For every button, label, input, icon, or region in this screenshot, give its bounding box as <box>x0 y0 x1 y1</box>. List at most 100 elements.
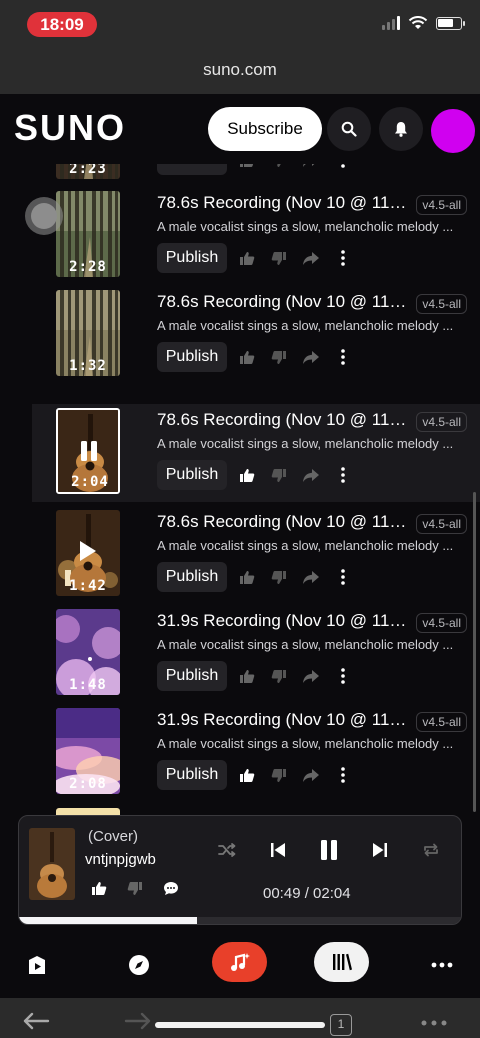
song-row[interactable]: 1:32 78.6s Recording (Nov 10 @ 11:... v4… <box>0 286 480 384</box>
notifications-button[interactable] <box>379 107 423 151</box>
assistive-touch-button[interactable] <box>25 197 63 235</box>
player-cover-art[interactable] <box>29 828 75 900</box>
nav-explore[interactable] <box>117 943 161 987</box>
nav-create[interactable] <box>212 942 267 982</box>
avatar[interactable] <box>431 109 475 153</box>
previous-icon <box>270 843 285 857</box>
publish-button[interactable]: Publish <box>157 562 227 592</box>
thumbs-down-icon[interactable] <box>263 342 295 372</box>
thumbs-down-icon[interactable] <box>127 881 143 896</box>
shuffle-button[interactable] <box>201 836 252 864</box>
song-duration: 2:04 <box>71 474 109 490</box>
thumbs-up-icon[interactable] <box>231 342 263 372</box>
song-title[interactable]: 78.6s Recording (Nov 10 @ 11:... <box>157 193 407 213</box>
publish-button[interactable]: Publish <box>157 460 227 490</box>
pause-icon[interactable] <box>78 440 100 467</box>
subscribe-button[interactable]: Subscribe <box>208 107 322 151</box>
song-title[interactable]: 31.9s Recording (Nov 10 @ 11:... <box>157 611 407 631</box>
nav-more[interactable] <box>420 943 464 987</box>
more-options-icon[interactable] <box>327 562 359 592</box>
publish-button[interactable]: Publish <box>157 661 227 691</box>
thumbs-up-icon[interactable] <box>91 881 107 896</box>
home-indicator[interactable] <box>155 1022 325 1028</box>
song-row[interactable]: 2:04 78.6s Recording (Nov 10 @ 11:... v4… <box>32 404 480 502</box>
pause-button[interactable] <box>303 836 354 864</box>
search-button[interactable] <box>327 107 371 151</box>
song-cover-art[interactable]: 1:48 <box>56 609 120 695</box>
song-title[interactable]: 78.6s Recording (Nov 10 @ 11:... <box>157 292 407 312</box>
thumbs-down-icon[interactable] <box>263 243 295 273</box>
thumbs-down-icon[interactable] <box>263 460 295 490</box>
more-options-icon[interactable] <box>327 342 359 372</box>
player-song-title[interactable]: vntjnpjgwb <box>85 851 156 868</box>
song-cover-art[interactable]: 1:32 <box>56 290 120 376</box>
share-icon[interactable] <box>295 164 327 175</box>
more-options-icon[interactable] <box>327 661 359 691</box>
song-info: 31.9s Recording (Nov 10 @ 11:... v4.5-al… <box>157 704 467 802</box>
status-bar: 18:09 <box>0 0 480 50</box>
next-button[interactable] <box>354 836 405 864</box>
song-cover-art[interactable]: 2:04 <box>56 408 120 494</box>
song-actions: Publish <box>157 760 359 790</box>
song-cover-art[interactable]: 2:23 <box>56 164 120 179</box>
share-icon[interactable] <box>295 661 327 691</box>
more-options-icon[interactable] <box>327 164 359 175</box>
song-row[interactable]: 2:23 Publish <box>0 164 480 187</box>
shuffle-icon <box>217 843 235 857</box>
suno-logo[interactable]: SUNO <box>14 107 126 149</box>
share-icon[interactable] <box>295 243 327 273</box>
thumbs-up-icon[interactable] <box>231 164 263 175</box>
previous-button[interactable] <box>252 836 303 864</box>
publish-button[interactable]: Publish <box>157 342 227 372</box>
song-cover-art[interactable]: 2:08 <box>56 708 120 794</box>
share-icon[interactable] <box>295 562 327 592</box>
song-description: A male vocalist sings a slow, melancholi… <box>157 637 454 652</box>
song-row[interactable]: 1:42 78.6s Recording (Nov 10 @ 11:... v4… <box>0 506 480 604</box>
thumbs-up-icon[interactable] <box>231 460 263 490</box>
thumbs-up-icon[interactable] <box>231 562 263 592</box>
play-icon[interactable] <box>76 540 98 567</box>
song-actions: Publish <box>157 460 359 490</box>
scrollbar[interactable] <box>473 492 476 812</box>
thumbs-down-icon[interactable] <box>263 562 295 592</box>
back-arrow-icon[interactable] <box>22 1012 50 1030</box>
thumbs-up-icon[interactable] <box>231 760 263 790</box>
song-title[interactable]: 78.6s Recording (Nov 10 @ 11:... <box>157 512 407 532</box>
more-options-icon[interactable] <box>327 460 359 490</box>
compass-icon <box>129 955 149 975</box>
song-title[interactable]: 78.6s Recording (Nov 10 @ 11:... <box>157 410 407 430</box>
model-version-badge: v4.5-all <box>416 613 467 633</box>
song-cover-art[interactable]: 1:42 <box>56 510 120 596</box>
thumbs-up-icon[interactable] <box>231 661 263 691</box>
nav-library[interactable] <box>314 942 369 982</box>
share-icon[interactable] <box>295 460 327 490</box>
tab-count[interactable]: 1 <box>330 1014 352 1036</box>
song-row[interactable]: 1:48 31.9s Recording (Nov 10 @ 11:... v4… <box>0 605 480 703</box>
status-icons <box>382 16 465 30</box>
repeat-icon <box>423 843 438 857</box>
browser-menu-icon[interactable] <box>421 1020 447 1026</box>
url-bar[interactable]: suno.com <box>0 50 480 94</box>
song-row[interactable]: 2:08 31.9s Recording (Nov 10 @ 11:... v4… <box>0 704 480 802</box>
more-options-icon[interactable] <box>327 243 359 273</box>
repeat-button[interactable] <box>405 836 456 864</box>
thumbs-up-icon[interactable] <box>231 243 263 273</box>
song-cover-art[interactable]: 2:28 <box>56 191 120 277</box>
comment-icon[interactable] <box>163 881 179 896</box>
share-icon[interactable] <box>295 342 327 372</box>
thumbs-down-icon[interactable] <box>263 760 295 790</box>
publish-button[interactable]: Publish <box>157 760 227 790</box>
more-options-icon[interactable] <box>327 760 359 790</box>
forward-arrow-icon[interactable] <box>124 1012 152 1030</box>
nav-home[interactable] <box>15 943 59 987</box>
mini-player[interactable]: (Cover) vntjnpjgwb 00:49 / 02:04 <box>18 815 462 925</box>
publish-button[interactable]: Publish <box>157 164 227 175</box>
publish-button[interactable]: Publish <box>157 243 227 273</box>
thumbs-down-icon[interactable] <box>263 661 295 691</box>
browser-toolbar: 1 <box>0 998 480 1038</box>
song-title[interactable]: 31.9s Recording (Nov 10 @ 11:... <box>157 710 407 730</box>
share-icon[interactable] <box>295 760 327 790</box>
player-progress-bar[interactable] <box>19 917 461 924</box>
thumbs-down-icon[interactable] <box>263 164 295 175</box>
song-row[interactable]: 2:28 78.6s Recording (Nov 10 @ 11:... v4… <box>0 187 480 285</box>
